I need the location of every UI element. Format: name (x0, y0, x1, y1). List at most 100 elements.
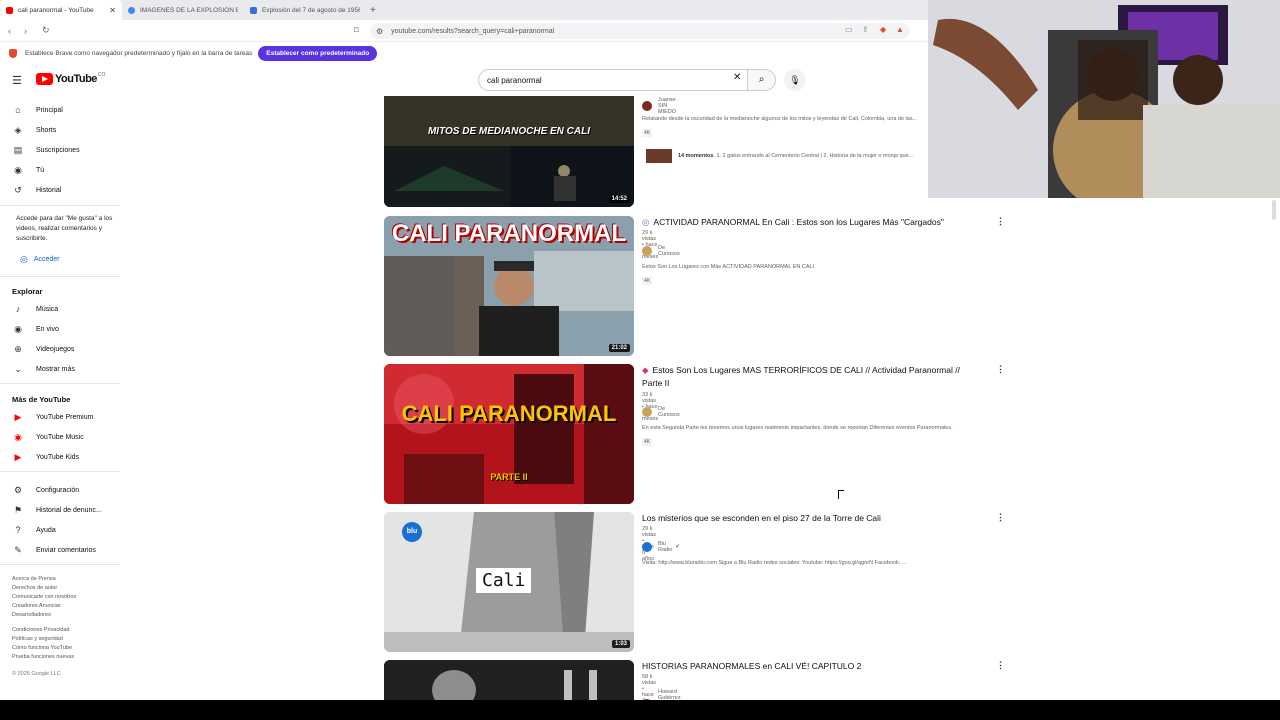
channel-link[interactable]: Blu Radio ✔ (642, 541, 680, 553)
sidebar-item-youtube-kids[interactable]: ▶ YouTube Kids (12, 450, 80, 464)
bookmark-icon[interactable]: ⌑ (354, 25, 359, 36)
video-thumbnail[interactable]: CALI PARANORMAL 21:02 (384, 216, 634, 356)
channel-link[interactable]: Juanse SIN MIEDO (642, 97, 676, 115)
forward-icon[interactable]: › (24, 26, 32, 36)
browser-tab[interactable]: Explosión del 7 de agosto de 1956 e... (244, 0, 366, 20)
webcam-overlay (928, 0, 1280, 198)
footer-link[interactable]: Derechos de autor (12, 584, 112, 593)
more-actions-icon[interactable]: ⋮ (996, 364, 1005, 375)
more-actions-icon[interactable]: ⋮ (996, 512, 1005, 523)
login-prompt: Accede para dar "Me gusta" a los videos,… (16, 215, 113, 242)
channel-badge-icon: ◎ (642, 217, 650, 227)
reload-icon[interactable]: ↻ (42, 25, 50, 36)
sidebar-item-youtube-premium[interactable]: ▶ YouTube Premium (12, 410, 94, 424)
sidebar-item-label: Shorts (36, 126, 57, 134)
channel-link[interactable]: De Curiosos (642, 406, 680, 418)
video-title[interactable]: ◆ Estos Son Los Lugares MAS TERRORÍFICOS … (642, 364, 982, 390)
avatar (642, 407, 652, 417)
site-info-icon[interactable]: ⚙ (376, 27, 383, 36)
youtube-premium-icon: ▶ (14, 411, 22, 422)
sidebar-item-shorts[interactable]: ◈ Shorts (12, 123, 57, 137)
flag-icon: ⚑ (13, 504, 23, 515)
back-icon[interactable]: ‹ (8, 26, 16, 36)
footer-link[interactable]: Creadores Anunciar (12, 602, 112, 611)
footer-link[interactable]: Cómo funciona YouTube (12, 644, 112, 653)
sidebar-item-gaming[interactable]: ⊕ Videojuegos (12, 342, 74, 356)
moments-text: 1. 2 gatos entrando al Cementerio Centra… (716, 153, 914, 159)
youtube-kids-icon: ▶ (14, 451, 22, 462)
brave-shield-icon[interactable]: ◆ (880, 25, 886, 34)
sidebar-item-settings[interactable]: ⚙ Configuración (12, 483, 79, 497)
divider (0, 383, 120, 384)
clear-search-icon[interactable]: ✕ (733, 72, 741, 83)
video-title[interactable]: Los misterios que se esconden en el piso… (642, 512, 982, 525)
video-thumbnail[interactable]: blu Cali 1:03 (384, 512, 634, 652)
share-icon[interactable]: ⇪ (862, 25, 869, 34)
browser-tab-active[interactable]: cali paranormal - YouTube ✕ (0, 0, 122, 20)
channel-link[interactable]: De Curiosos (642, 245, 680, 257)
url-field[interactable]: ⚙ youtube.com/results?search_query=cali+… (370, 23, 910, 39)
login-label: Acceder (33, 255, 60, 263)
footer-link[interactable]: Condiciones Privacidad (12, 626, 112, 635)
video-description: En esta Segunda Parte les tenemos unos l… (642, 425, 953, 431)
video-title[interactable]: HISTORIAS PARANORMALES en CALI VÉ! CAPIT… (642, 660, 982, 673)
sidebar-item-report-history[interactable]: ⚑ Historial de denunc... (12, 503, 102, 517)
key-moments[interactable]: 14 momentos 1. 2 gatos entrando al Cemen… (646, 149, 913, 163)
quality-badge: 4K (642, 438, 653, 446)
new-tab-icon[interactable]: + (370, 5, 376, 16)
verified-icon: ✔ (675, 544, 680, 550)
scrollbar[interactable] (1272, 200, 1276, 220)
menu-icon[interactable]: ☰ (12, 74, 22, 87)
country-code: CO (97, 72, 106, 78)
sidebar-item-youtube-music[interactable]: ◉ YouTube Music (12, 430, 84, 444)
close-icon[interactable]: ✕ (109, 6, 116, 15)
search-button[interactable]: ⌕ (748, 69, 776, 91)
divider (0, 205, 120, 206)
sidebar-item-show-more[interactable]: ⌄ Mostrar más (12, 362, 75, 376)
brave-rewards-icon[interactable]: ▲ (896, 25, 904, 34)
sidebar-item-music[interactable]: ♪ Música (12, 302, 58, 316)
channel-name: De Curiosos (658, 245, 680, 257)
voice-search-button[interactable]: 🎙 (784, 69, 806, 91)
footer-link[interactable]: Prueba funciones nuevas (12, 653, 112, 662)
subscriptions-icon: ▤ (13, 144, 23, 155)
footer-link[interactable]: Acerca de Prensa (12, 575, 112, 584)
tab-label: IMAGENES DE LA EXPLOSIÓN EN CA... (140, 6, 238, 14)
channel-badge-icon: ◆ (642, 365, 649, 375)
footer-link[interactable]: Comunicarte con nosotros (12, 593, 112, 602)
tab-label: Explosión del 7 de agosto de 1956 e... (262, 6, 360, 14)
more-actions-icon[interactable]: ⋮ (996, 660, 1005, 671)
video-thumbnail[interactable]: MITOS DE MEDIANOCHE EN CALI 14:52 (384, 96, 634, 207)
video-duration: 21:02 (608, 344, 630, 352)
sidebar-item-label: YouTube Kids (36, 453, 80, 461)
help-icon: ? (15, 525, 21, 535)
sidebar-item-subscriptions[interactable]: ▤ Suscripciones (12, 143, 80, 157)
sidebar-item-you[interactable]: ◉ Tú (12, 163, 44, 177)
more-actions-icon[interactable]: ⋮ (996, 216, 1005, 227)
thumbnail-subtitle: PARTE II (490, 472, 528, 482)
browser-tab[interactable]: IMAGENES DE LA EXPLOSIÓN EN CA... (122, 0, 244, 20)
search-input[interactable]: cali paranormal (478, 69, 748, 91)
login-button[interactable]: ◎ Acceder (16, 252, 60, 266)
channel-name: Blu Radio (658, 541, 673, 553)
sidebar-item-label: En vivo (36, 325, 59, 333)
divider (0, 471, 120, 472)
footer-link[interactable]: Políticas y seguridad (12, 635, 112, 644)
cast-icon[interactable]: ▭ (845, 25, 853, 34)
video-thumbnail[interactable]: CALI PARANORMAL PARTE II (384, 364, 634, 504)
set-default-button[interactable]: Establecer como predeterminado (258, 45, 378, 61)
video-title[interactable]: ◎ ACTIVIDAD PARANORMAL En Cali : Estos so… (642, 216, 982, 229)
avatar (642, 101, 652, 111)
youtube-logo[interactable]: YouTube CO (36, 72, 106, 85)
gaming-icon: ⊕ (14, 343, 22, 354)
footer-link[interactable]: Desarrolladores (12, 611, 112, 620)
sidebar-item-label: Enviar comentarios (36, 546, 96, 554)
sidebar-item-help[interactable]: ? Ayuda (12, 523, 55, 537)
sidebar-item-history[interactable]: ↺ Historial (12, 183, 61, 197)
sidebar-item-principal[interactable]: ⌂ Principal (12, 103, 63, 117)
sidebar-item-live[interactable]: ◉ En vivo (12, 322, 59, 336)
sidebar-item-send-feedback[interactable]: ✎ Enviar comentarios (12, 543, 96, 557)
sidebar-item-label: Música (36, 305, 59, 313)
video-thumbnail[interactable] (384, 660, 634, 700)
sidebar-item-label: Suscripciones (36, 146, 80, 154)
